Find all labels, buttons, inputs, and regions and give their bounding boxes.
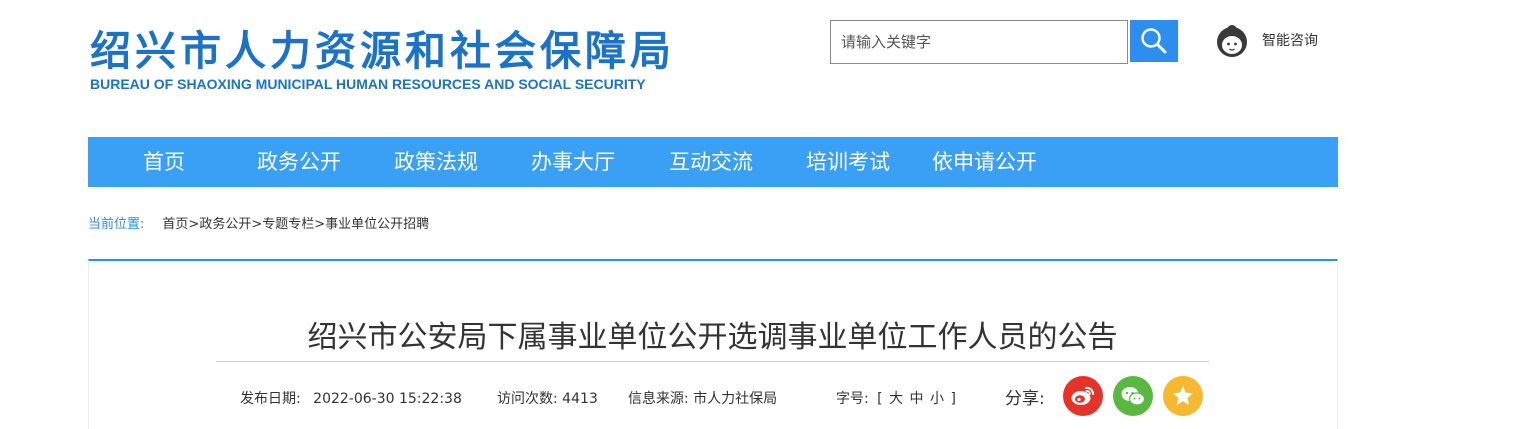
nav-item-service-hall[interactable]: 办事大厅 [531, 137, 615, 187]
publish-date-label: 发布日期: [240, 391, 301, 407]
breadcrumb-separator: > [314, 217, 326, 232]
font-size-bracket-close: ] [950, 391, 956, 407]
search-icon [1141, 28, 1167, 54]
breadcrumb-separator: > [251, 217, 263, 232]
info-source-value: 市人力社保局 [693, 391, 778, 407]
logo-title-en: BUREAU OF SHAOXING MUNICIPAL HUMAN RESOU… [90, 76, 646, 92]
logo-title-cn: 绍兴市人力资源和社会保障局 [90, 27, 675, 75]
font-size-label: 字号: [836, 391, 869, 407]
visit-count-label: 访问次数: [497, 391, 558, 407]
nav-item-policies[interactable]: 政策法规 [394, 137, 478, 187]
nav-item-government-affairs[interactable]: 政务公开 [257, 137, 341, 187]
nav-item-interaction[interactable]: 互动交流 [669, 137, 753, 187]
share-weibo-button[interactable] [1063, 376, 1103, 416]
nav-item-training-exams[interactable]: 培训考试 [806, 137, 890, 187]
publish-date: 发布日期: 2022-06-30 15:22:38 [240, 388, 462, 408]
font-size-control: 字号: [ 大 中 小 ] [836, 388, 956, 408]
visit-count-value: 4413 [562, 391, 598, 407]
breadcrumb-home[interactable]: 首页 [162, 217, 188, 232]
add-favorite-button[interactable] [1163, 376, 1203, 416]
wechat-icon [1121, 387, 1146, 406]
nav-item-home[interactable]: 首页 [143, 137, 185, 187]
search-box [830, 20, 1128, 64]
font-size-large-button[interactable]: 大 [889, 391, 903, 407]
search-input[interactable] [839, 21, 1123, 63]
breadcrumb: 当前位置: 首页>政务公开>专题专栏>事业单位公开招聘 [88, 213, 429, 232]
visit-count: 访问次数: 4413 [497, 388, 598, 408]
breadcrumb-public-recruitment[interactable]: 事业单位公开招聘 [325, 217, 429, 232]
star-icon [1173, 386, 1193, 405]
info-source-label: 信息来源: [628, 391, 689, 407]
site-logo[interactable]: 绍兴市人力资源和社会保障局 BUREAU OF SHAOXING MUNICIP… [90, 26, 710, 92]
weibo-icon [1071, 386, 1095, 405]
breadcrumb-separator: > [188, 217, 200, 232]
breadcrumb-special-topics[interactable]: 专题专栏 [262, 217, 314, 232]
customer-service-avatar-icon [1217, 25, 1247, 57]
nav-item-disclosure-on-request[interactable]: 依申请公开 [932, 137, 1037, 187]
publish-date-value: 2022-06-30 15:22:38 [313, 391, 462, 407]
info-source: 信息来源: 市人力社保局 [628, 388, 777, 408]
font-size-bracket-open: [ [877, 391, 883, 407]
breadcrumb-government-affairs[interactable]: 政务公开 [199, 217, 251, 232]
main-nav: 首页 政务公开 政策法规 办事大厅 互动交流 培训考试 依申请公开 [88, 137, 1338, 187]
title-divider [216, 361, 1209, 362]
font-size-small-button[interactable]: 小 [930, 391, 944, 407]
article-title: 绍兴市公安局下属事业单位公开选调事业单位工作人员的公告 [307, 320, 1118, 355]
search-button[interactable] [1130, 20, 1178, 62]
share-wechat-button[interactable] [1113, 376, 1153, 416]
font-size-medium-button[interactable]: 中 [910, 391, 924, 407]
share-label: 分享: [1005, 389, 1045, 409]
breadcrumb-label: 当前位置: [88, 217, 145, 232]
smart-consult-link[interactable]: 智能咨询 [1214, 22, 1318, 58]
smart-consult-label: 智能咨询 [1262, 33, 1318, 49]
